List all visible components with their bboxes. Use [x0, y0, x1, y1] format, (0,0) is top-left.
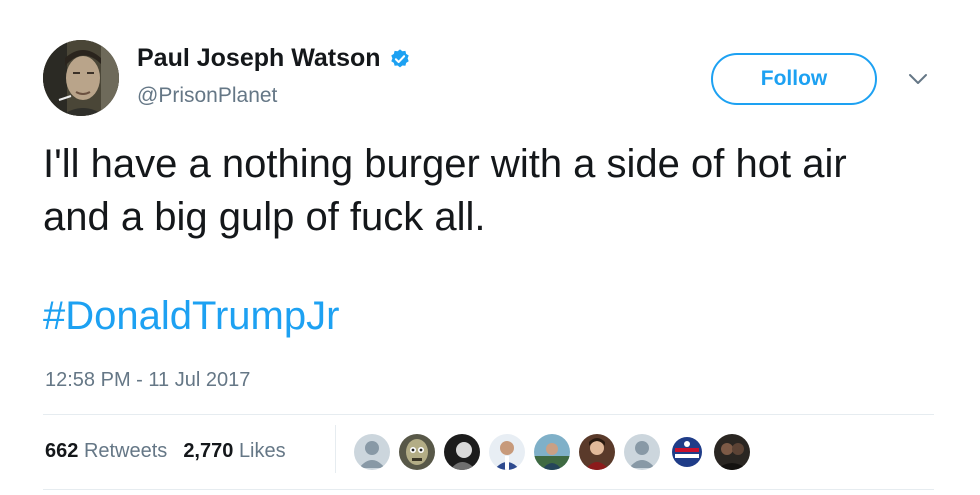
liker-avatar[interactable] — [577, 432, 617, 472]
likes-count: 2,770 — [183, 440, 234, 462]
divider — [43, 489, 934, 490]
hashtag-link[interactable]: #DonaldTrumpJr — [43, 294, 339, 339]
divider — [43, 414, 934, 415]
author-avatar[interactable] — [43, 40, 119, 116]
tweet-card: Paul Joseph Watson @PrisonPlanet Follow … — [0, 0, 980, 495]
author-name[interactable]: Paul Joseph Watson — [137, 44, 381, 73]
profile-photo-icon — [43, 40, 119, 116]
follow-button[interactable]: Follow — [711, 53, 877, 105]
author-name-row: Paul Joseph Watson — [137, 44, 411, 73]
engagement-stats: 662 Retweets 2,770 Likes — [45, 440, 286, 463]
retweets-label: Retweets — [83, 440, 168, 462]
tweet-text-line: and a big gulp of fuck all. — [43, 195, 486, 239]
retweets-stat[interactable]: 662 Retweets — [45, 440, 167, 463]
liker-avatar[interactable] — [352, 432, 392, 472]
tweet-text-line: I'll have a nothing burger with a side o… — [43, 142, 847, 186]
tweet-text: I'll have a nothing burger with a side o… — [43, 138, 943, 244]
liker-avatar[interactable] — [487, 432, 527, 472]
likes-label: Likes — [238, 440, 286, 462]
tweet-timestamp[interactable]: 12:58 PM - 11 Jul 2017 — [45, 369, 250, 392]
verified-badge-icon — [389, 48, 411, 70]
liker-avatar[interactable] — [532, 432, 572, 472]
liker-avatar[interactable] — [622, 432, 662, 472]
author-handle[interactable]: @PrisonPlanet — [137, 84, 277, 108]
liker-avatar[interactable] — [442, 432, 482, 472]
liker-avatar[interactable] — [712, 432, 752, 472]
liker-avatar[interactable] — [667, 432, 707, 472]
divider — [335, 425, 336, 473]
likes-stat[interactable]: 2,770 Likes — [183, 440, 285, 463]
retweets-count: 662 — [45, 440, 79, 462]
liker-avatar[interactable] — [397, 432, 437, 472]
chevron-down-icon[interactable] — [907, 72, 929, 86]
